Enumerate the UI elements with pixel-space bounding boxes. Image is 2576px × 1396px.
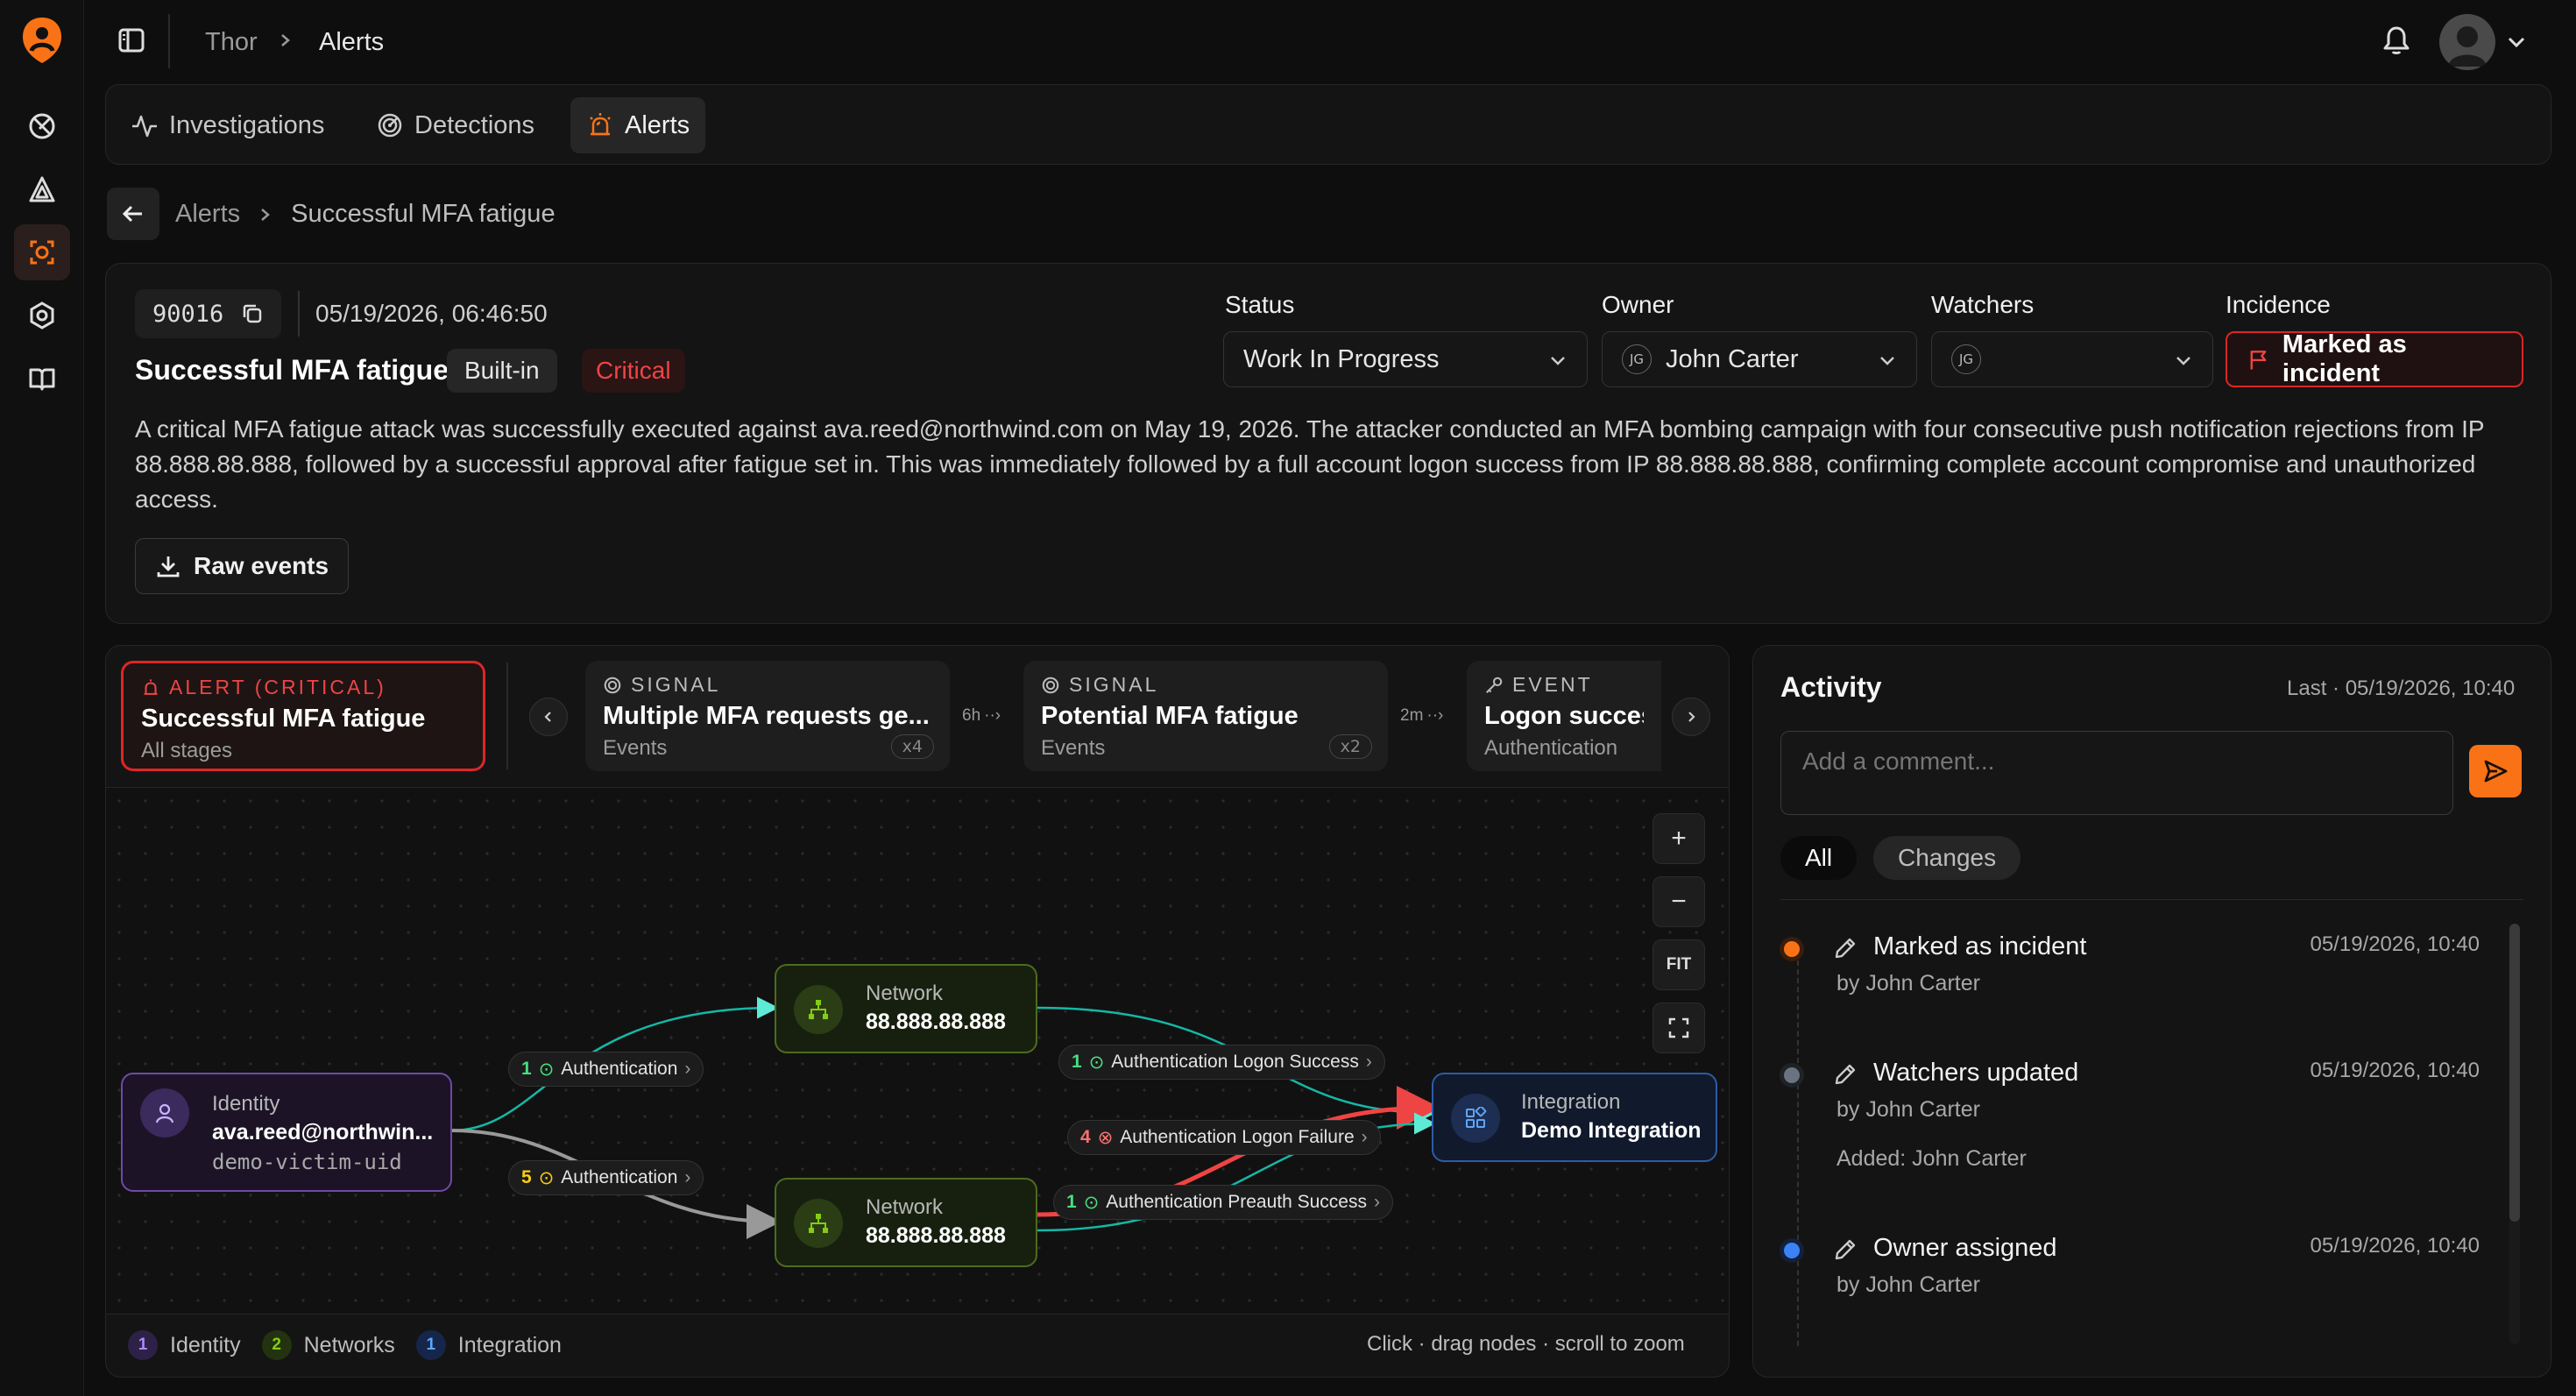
pencil-icon <box>1835 1239 1856 1260</box>
activity-scrollbar[interactable] <box>2509 924 2520 1344</box>
activity-item: Marked as incident 05/19/2026, 10:40 by … <box>1779 932 2480 1029</box>
chevron-right-icon: › <box>684 1059 691 1079</box>
activity-time: 05/19/2026, 10:40 <box>2310 932 2480 956</box>
edge-count: 5 <box>521 1167 532 1187</box>
node-value: 88.888.88.888 <box>866 1010 1006 1034</box>
user-icon <box>140 1088 189 1137</box>
fit-label: FIT <box>1666 955 1692 974</box>
legend-label: Integration <box>457 1332 562 1357</box>
integration-icon <box>1451 1094 1500 1143</box>
filter-changes[interactable]: Changes <box>1873 836 2021 880</box>
activity-title: Marked as incident <box>1873 932 2087 960</box>
edge-text: Authentication <box>561 1059 678 1079</box>
integration-node[interactable]: Integration Demo Integration <box>1432 1073 1717 1162</box>
graph-hint: Click · drag nodes · scroll to zoom <box>1367 1332 1685 1356</box>
divider <box>1780 899 2523 900</box>
chevron-right-icon: › <box>684 1167 691 1187</box>
activity-item: Watchers updated 05/19/2026, 10:40 by Jo… <box>1779 1059 2480 1190</box>
node-value: 88.888.88.888 <box>866 1223 1006 1248</box>
check-circle-icon: ⊙ <box>1083 1192 1100 1213</box>
node-type: Network <box>866 981 944 1005</box>
send-icon <box>2484 760 2508 783</box>
activity-time: 05/19/2026, 10:40 <box>2310 1234 2480 1258</box>
node-type: Network <box>866 1195 944 1219</box>
activity-time: 05/19/2026, 10:40 <box>2310 1059 2480 1082</box>
activity-title: Owner assigned <box>1873 1234 2057 1262</box>
edge-text: Authentication Preauth Success <box>1106 1192 1367 1212</box>
graph-legend: 1 Identity 2 Networks 1 Integration <box>128 1330 562 1360</box>
activity-dot <box>1784 941 1800 957</box>
plus-icon: + <box>1671 824 1687 853</box>
activity-detail: Added: John Carter <box>1836 1146 2027 1171</box>
legend-label: Networks <box>303 1332 395 1357</box>
activity-dot <box>1784 1067 1800 1083</box>
check-circle-icon: ⊙ <box>1088 1052 1105 1073</box>
x-circle-icon: ⊗ <box>1097 1127 1114 1148</box>
pencil-icon <box>1835 1064 1856 1085</box>
fit-button[interactable]: FIT <box>1652 939 1705 990</box>
activity-title: Activity <box>1780 671 1882 703</box>
legend-count: 1 <box>415 1330 446 1360</box>
chevron-right-icon: › <box>1365 1052 1372 1072</box>
node-type: Identity <box>212 1092 280 1116</box>
comment-input[interactable] <box>1780 731 2453 815</box>
edge-count: 1 <box>1066 1192 1077 1212</box>
edge-text: Authentication Logon Success <box>1111 1052 1359 1072</box>
scrollbar-thumb[interactable] <box>2509 924 2520 1222</box>
legend-count: 1 <box>128 1330 158 1360</box>
activity-last: Last · 05/19/2026, 10:40 <box>2287 677 2516 700</box>
minus-icon: − <box>1671 887 1687 916</box>
activity-by: by John Carter <box>1836 971 1980 996</box>
check-circle-icon: ⊙ <box>538 1059 555 1080</box>
node-value: Demo Integration <box>1521 1118 1702 1143</box>
identity-node[interactable]: Identity ava.reed@northwin... demo-victi… <box>121 1073 452 1192</box>
activity-by: by John Carter <box>1836 1097 1980 1122</box>
legend-label: Identity <box>170 1332 241 1357</box>
edge-count: 4 <box>1080 1127 1091 1147</box>
chevron-right-icon: › <box>1361 1127 1368 1147</box>
expand-icon <box>1668 1017 1689 1038</box>
activity-dot <box>1784 1243 1800 1258</box>
network-icon <box>794 1199 843 1248</box>
activity-item: Owner assigned 05/19/2026, 10:40 by John… <box>1779 1234 2480 1330</box>
node-type: Integration <box>1521 1090 1621 1114</box>
send-comment-button[interactable] <box>2469 745 2522 797</box>
edge-label[interactable]: 1 ⊙ Authentication Preauth Success › <box>1053 1185 1393 1220</box>
edge-text: Authentication Logon Failure <box>1120 1127 1355 1147</box>
activity-by: by John Carter <box>1836 1272 1980 1297</box>
filter-all[interactable]: All <box>1780 836 1858 880</box>
edge-label[interactable]: 1 ⊙ Authentication Logon Success › <box>1058 1045 1385 1080</box>
pencil-icon <box>1835 938 1856 959</box>
edge-count: 1 <box>521 1059 532 1079</box>
alert-circle-icon: ⊙ <box>538 1167 555 1188</box>
chevron-right-icon: › <box>1373 1192 1380 1212</box>
node-value: ava.reed@northwin... <box>212 1120 434 1144</box>
network-node[interactable]: Network 88.888.88.888 <box>775 964 1037 1053</box>
fullscreen-button[interactable] <box>1652 1003 1705 1053</box>
node-sub: demo-victim-uid <box>212 1150 402 1174</box>
zoom-out-button[interactable]: − <box>1652 876 1705 927</box>
edge-text: Authentication <box>561 1167 678 1187</box>
activity-title: Watchers updated <box>1873 1059 2079 1087</box>
zoom-in-button[interactable]: + <box>1652 813 1705 864</box>
legend-count: 2 <box>261 1330 292 1360</box>
edge-label[interactable]: 1 ⊙ Authentication › <box>508 1052 704 1087</box>
edge-label[interactable]: 5 ⊙ Authentication › <box>508 1160 704 1195</box>
network-node[interactable]: Network 88.888.88.888 <box>775 1178 1037 1267</box>
edge-count: 1 <box>1072 1052 1082 1072</box>
edge-label[interactable]: 4 ⊗ Authentication Logon Failure › <box>1067 1120 1381 1155</box>
network-icon <box>794 985 843 1034</box>
